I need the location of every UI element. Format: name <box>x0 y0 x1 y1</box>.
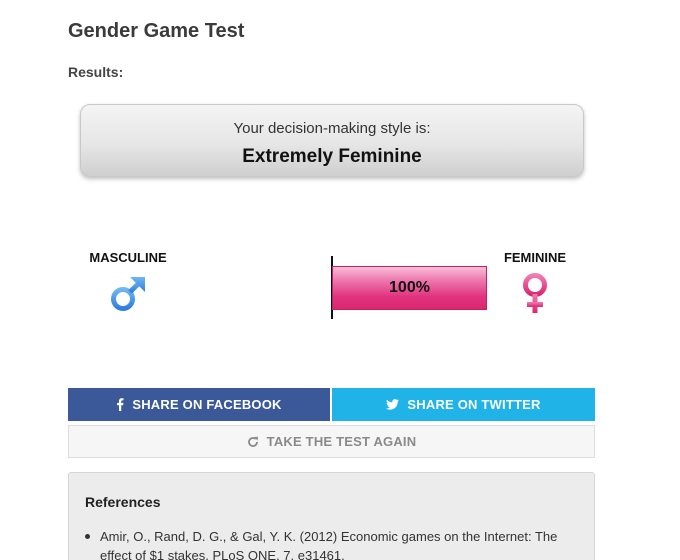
twitter-icon <box>386 399 400 410</box>
page-title: Gender Game Test <box>68 20 245 42</box>
references-title: References <box>85 494 161 510</box>
references-list: Amir, O., Rand, D. G., & Gal, Y. K. (201… <box>85 527 565 560</box>
refresh-icon <box>247 436 259 448</box>
share-twitter-label: SHARE ON TWITTER <box>407 397 541 412</box>
result-intro: Your decision-making style is: <box>233 120 431 137</box>
gauge-percent: 100% <box>389 279 430 296</box>
gauge-track: 100% <box>332 266 487 310</box>
results-label: Results: <box>68 64 124 80</box>
share-twitter-button[interactable]: SHARE ON TWITTER <box>332 388 595 421</box>
facebook-icon <box>116 398 124 411</box>
references-panel: References Amir, O., Rand, D. G., & Gal,… <box>68 472 595 560</box>
male-symbol-icon <box>111 277 145 311</box>
female-symbol-icon <box>523 273 547 313</box>
take-test-again-button[interactable]: TAKE THE TEST AGAIN <box>68 425 595 458</box>
masculine-label: MASCULINE <box>89 250 167 265</box>
share-facebook-button[interactable]: SHARE ON FACEBOOK <box>68 388 330 421</box>
result-value: Extremely Feminine <box>242 146 422 167</box>
result-box: Your decision-making style is: Extremely… <box>80 104 584 177</box>
share-facebook-label: SHARE ON FACEBOOK <box>132 397 282 412</box>
reference-item: Amir, O., Rand, D. G., & Gal, Y. K. (201… <box>85 527 565 560</box>
take-test-again-label: TAKE THE TEST AGAIN <box>266 434 417 449</box>
feminine-label: FEMININE <box>503 250 567 265</box>
